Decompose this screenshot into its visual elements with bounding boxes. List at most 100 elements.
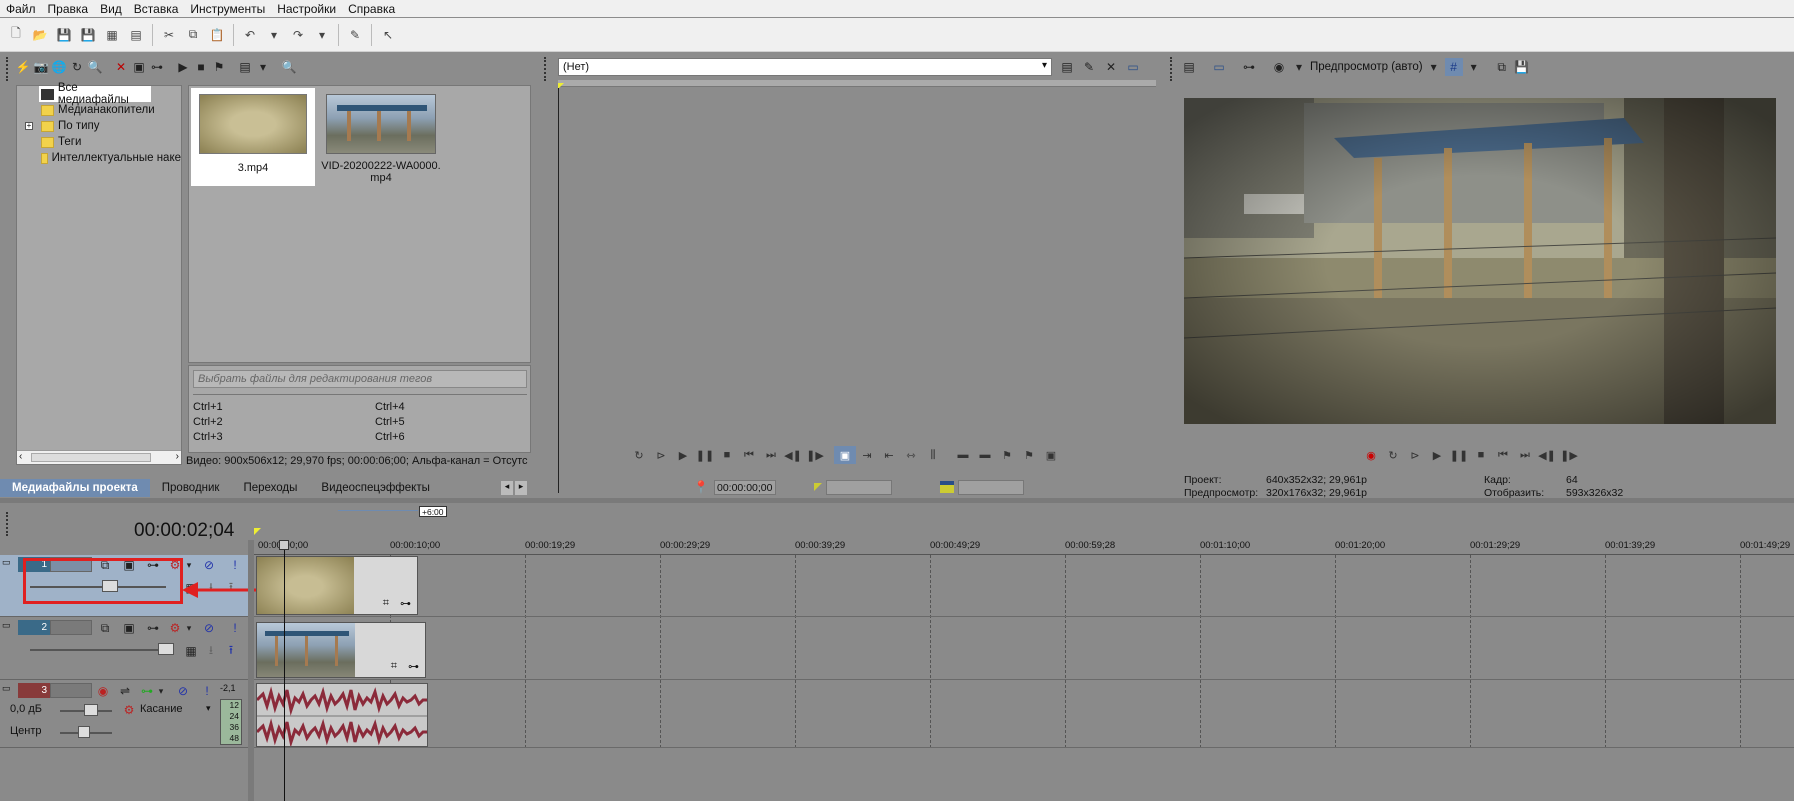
redo-dropdown-icon[interactable]: ▾ [312,25,332,45]
properties-icon[interactable]: ▤ [126,25,146,45]
get-media-icon[interactable]: 🌐 [50,58,68,76]
preview-fx-icon[interactable]: ◉ [1270,58,1288,76]
trimmer-timecode[interactable]: 00:00:00;00 [714,479,776,495]
chevron-down-icon[interactable]: ▾ [1290,58,1308,76]
track-lane-1[interactable]: ⌗ ⊶ [254,555,1794,617]
track-composite-icon[interactable]: ▣ [120,619,138,637]
cut-icon[interactable]: ✂ [159,25,179,45]
up-icon[interactable]: ⭱ [222,642,240,660]
play-icon[interactable]: ▶ [1426,446,1448,464]
open-icon[interactable]: 📂 [30,25,50,45]
search-media-icon[interactable]: 🔍 [86,58,104,76]
trimmer-close-icon[interactable]: ✕ [1102,58,1120,76]
track-collapse-icon[interactable]: ▭ [2,557,11,568]
menu-insert[interactable]: Вставка [128,2,185,16]
track-collapse-icon[interactable]: ▭ [2,620,11,631]
panel-grip[interactable] [6,512,10,536]
region-icon[interactable]: ▬ [952,446,974,464]
next-frame-icon[interactable]: ❚▶ [804,446,826,464]
marker-flag-icon[interactable]: ⚑ [996,446,1018,464]
stop-icon[interactable]: ■ [716,446,738,464]
pause-icon[interactable]: ❚❚ [694,446,716,464]
crop-icon[interactable]: ⌗ [383,597,389,610]
tree-horizontal-scrollbar[interactable]: ‹ › [17,450,181,464]
menu-file[interactable]: Файл [0,2,42,16]
play-from-start-icon[interactable]: ⊳ [1404,446,1426,464]
menu-tools[interactable]: Инструменты [184,2,271,16]
tab-scroll-left-icon[interactable]: ◂ [501,481,513,495]
paste-icon[interactable]: 📋 [207,25,227,45]
views-icon[interactable]: ▤ [236,58,254,76]
chevron-down-icon[interactable]: ▾ [1465,58,1483,76]
record-icon[interactable]: ◉ [1360,446,1382,464]
panel-grip[interactable] [6,57,10,81]
chevron-down-icon[interactable]: ▾ [180,619,198,637]
automation-icon[interactable]: ⚙ [120,701,138,719]
solo-icon[interactable]: ! [198,682,216,700]
next-frame-icon[interactable]: ❚▶ [1558,446,1580,464]
track-header-3[interactable]: ▭ 3 ◉ ⇌ ⊶ ▾ ⊘ ! -2,1 0,0 дБ ⚙ Касание ▾ … [0,681,248,748]
crop-icon[interactable]: ⌗ [391,660,397,673]
arm-record-icon[interactable]: ◉ [94,682,112,700]
track-level-slider[interactable] [30,649,166,651]
chevron-down-icon[interactable]: ▾ [152,682,170,700]
out-point-field[interactable] [958,479,1024,495]
tag-input[interactable]: Выбрать файлы для редактирования тегов [193,370,527,388]
automation-mode-select[interactable]: Касание [140,703,182,715]
video-clip-3mp4[interactable]: ⌗ ⊶ [256,556,418,615]
split-screen-icon[interactable]: ⊶ [1240,58,1258,76]
mute-icon[interactable]: ⊘ [200,556,218,574]
track-motion-icon[interactable]: ⧉ [96,619,114,637]
save-snapshot-icon[interactable]: 💾 [1513,58,1531,76]
track-name-field[interactable] [50,683,92,698]
playhead[interactable] [284,540,285,801]
go-end-icon[interactable]: ⏭ [760,446,782,464]
mute-icon[interactable]: ⊘ [174,682,192,700]
go-start-icon[interactable]: ⏮ [1492,446,1514,464]
solo-icon[interactable]: ! [226,619,244,637]
undo-dropdown-icon[interactable]: ▾ [264,25,284,45]
go-start-icon[interactable]: ⏮ [738,446,760,464]
chevron-down-icon[interactable]: ▾ [206,703,211,714]
save-as-icon[interactable]: 💾 [78,25,98,45]
play-icon[interactable]: ▶ [672,446,694,464]
remove-icon[interactable]: ✕ [112,58,130,76]
snapshot-icon[interactable]: ▣ [1040,446,1062,464]
menu-edit[interactable]: Правка [42,2,95,16]
tab-explorer[interactable]: Проводник [150,479,232,497]
menu-options[interactable]: Настройки [271,2,342,16]
whats-this-icon[interactable]: ↖ [378,25,398,45]
clip-fx-icon[interactable]: ⊶ [400,597,411,610]
volume-knob[interactable] [84,704,98,716]
edit-tool-icon[interactable]: ✎ [345,25,365,45]
mute-icon[interactable]: ⊘ [200,619,218,637]
tree-item-media-storage[interactable]: Медианакопители [17,102,181,118]
markers-icon[interactable]: ⚑ [1018,446,1040,464]
video-clip-vid-wa0000[interactable]: ⌗ ⊶ [256,622,426,678]
tree-item-all-media[interactable]: Все медиафайлы [39,82,151,106]
invert-phase-icon[interactable]: ⇌ [116,682,134,700]
import-media-icon[interactable]: ⚡ [14,58,32,76]
trimmer-monitor-icon[interactable]: ▭ [1124,58,1142,76]
insert-icon[interactable]: ⇥ [856,446,878,464]
media-item-3mp4[interactable]: 3.mp4 [191,88,315,186]
subclip-icon[interactable]: ▬ [974,446,996,464]
tab-project-media[interactable]: Медиафайлы проекта [0,479,150,497]
new-project-icon[interactable]: 🗋 [6,25,26,45]
pause-icon[interactable]: ❚❚ [1448,446,1470,464]
trimmer-props-icon[interactable]: ▤ [1058,58,1076,76]
clip-fx-icon[interactable]: ⊶ [408,660,419,673]
panel-grip[interactable] [544,57,548,81]
views-dropdown-icon[interactable]: ▾ [254,58,272,76]
track-collapse-icon[interactable]: ▭ [2,683,11,694]
tree-item-by-type[interactable]: + По типу [17,118,181,134]
auto-preview-icon[interactable]: ⚑ [210,58,228,76]
trimmer-source-select[interactable]: (Нет) ▾ [558,58,1052,76]
track-lane-2[interactable]: ⌗ ⊶ [254,618,1794,680]
audio-clip[interactable] [256,683,428,747]
preview-quality-select[interactable]: Предпросмотр (авто) [1310,61,1423,73]
overwrite-icon[interactable]: ⇤ [878,446,900,464]
expand-icon[interactable]: + [25,122,33,130]
track-fx-icon[interactable]: ⊶ [144,619,162,637]
track-motion-small-icon[interactable]: ▦ [182,642,200,660]
